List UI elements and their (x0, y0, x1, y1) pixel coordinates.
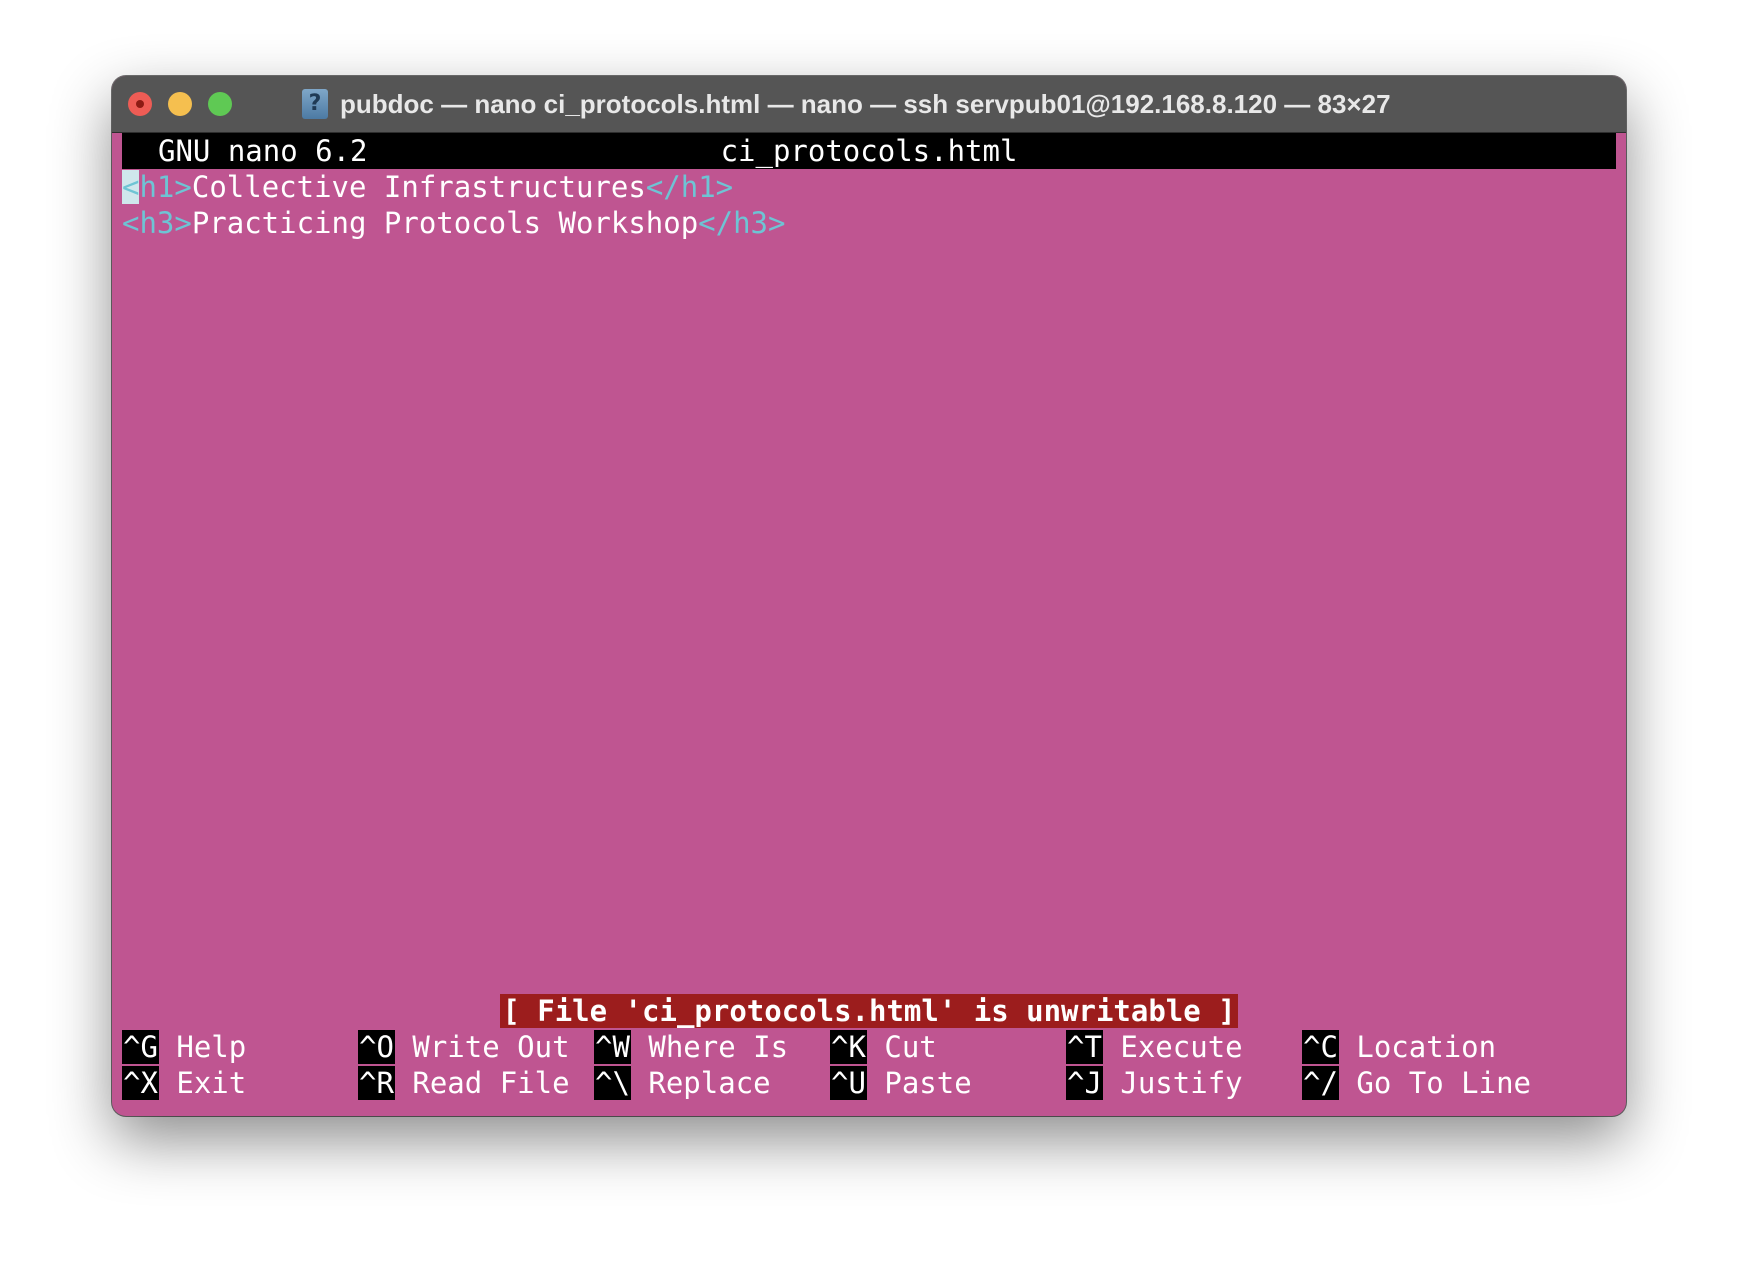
shortcut-go-to-line[interactable]: ^/ Go To Line (1302, 1065, 1531, 1101)
shortcut-cut[interactable]: ^K Cut (830, 1029, 937, 1065)
shortcut-replace[interactable]: ^\ Replace (594, 1065, 771, 1101)
text-cursor: < (122, 170, 140, 204)
shortcut-label: Where Is (648, 1030, 789, 1064)
minimize-window-button[interactable] (168, 92, 192, 116)
shortcut-label: Location (1356, 1030, 1497, 1064)
status-message-text: [ File 'ci_protocols.html' is unwritable… (500, 994, 1238, 1028)
shortcut-where-is[interactable]: ^W Where Is (594, 1029, 788, 1065)
shortcut-key: ^J (1066, 1066, 1103, 1100)
status-message: [ File 'ci_protocols.html' is unwritable… (112, 993, 1626, 1029)
shortcut-label: Exit (176, 1066, 247, 1100)
document-question-icon: ? (302, 89, 328, 119)
shortcut-key: ^O (358, 1030, 395, 1064)
shortcut-label: Write Out (412, 1030, 570, 1064)
shortcut-key: ^U (830, 1066, 867, 1100)
shortcut-read-file[interactable]: ^R Read File (358, 1065, 570, 1101)
editor-line-1[interactable]: <h1>Collective Infrastructures</h1> (122, 169, 733, 205)
terminal-content[interactable]: GNU nano 6.2 ci_protocols.html <h1>Colle… (112, 133, 1626, 1116)
shortcut-key: ^/ (1302, 1066, 1339, 1100)
zoom-window-button[interactable] (208, 92, 232, 116)
shortcut-bar: ^G Help ^O Write Out ^W Where Is ^K Cut … (122, 1029, 1616, 1101)
shortcut-key: ^K (830, 1030, 867, 1064)
shortcut-execute[interactable]: ^T Execute (1066, 1029, 1243, 1065)
shortcut-justify[interactable]: ^J Justify (1066, 1065, 1243, 1101)
nano-header-bar: GNU nano 6.2 ci_protocols.html (122, 133, 1616, 169)
shortcut-key: ^G (122, 1030, 159, 1064)
html-close-tag: </h3> (698, 206, 786, 240)
shortcut-label: Paste (884, 1066, 972, 1100)
terminal-window: ? pubdoc — nano ci_protocols.html — nano… (112, 76, 1626, 1116)
shortcut-label: Cut (884, 1030, 937, 1064)
line-text: Collective Infrastructures (191, 170, 646, 204)
line-text: Practicing Protocols Workshop (191, 206, 699, 240)
shortcut-key: ^R (358, 1066, 395, 1100)
shortcut-exit[interactable]: ^X Exit (122, 1065, 246, 1101)
shortcut-paste[interactable]: ^U Paste (830, 1065, 972, 1101)
shortcut-key: ^\ (594, 1066, 631, 1100)
shortcut-key: ^T (1066, 1030, 1103, 1064)
shortcut-label: Replace (648, 1066, 771, 1100)
html-open-tag: <h3> (122, 206, 192, 240)
shortcut-key: ^W (594, 1030, 631, 1064)
shortcut-key: ^X (122, 1066, 159, 1100)
editor-line-2[interactable]: <h3>Practicing Protocols Workshop</h3> (122, 205, 785, 241)
shortcut-location[interactable]: ^C Location (1302, 1029, 1496, 1065)
window-title: pubdoc — nano ci_protocols.html — nano —… (340, 88, 1391, 119)
shortcut-label: Justify (1120, 1066, 1243, 1100)
title-bar[interactable]: ? pubdoc — nano ci_protocols.html — nano… (112, 76, 1626, 133)
shortcut-label: Read File (412, 1066, 570, 1100)
html-close-tag: </h1> (645, 170, 734, 204)
window-title-group: ? pubdoc — nano ci_protocols.html — nano… (302, 76, 1391, 132)
shortcut-label: Help (176, 1030, 247, 1064)
shortcut-write-out[interactable]: ^O Write Out (358, 1029, 570, 1065)
html-open-tag: <h1> (122, 170, 192, 204)
shortcut-label: Execute (1120, 1030, 1243, 1064)
nano-filename: ci_protocols.html (720, 134, 1018, 168)
shortcut-help[interactable]: ^G Help (122, 1029, 246, 1065)
shortcut-label: Go To Line (1356, 1066, 1531, 1100)
close-window-button[interactable] (128, 92, 152, 116)
shortcut-key: ^C (1302, 1030, 1339, 1064)
